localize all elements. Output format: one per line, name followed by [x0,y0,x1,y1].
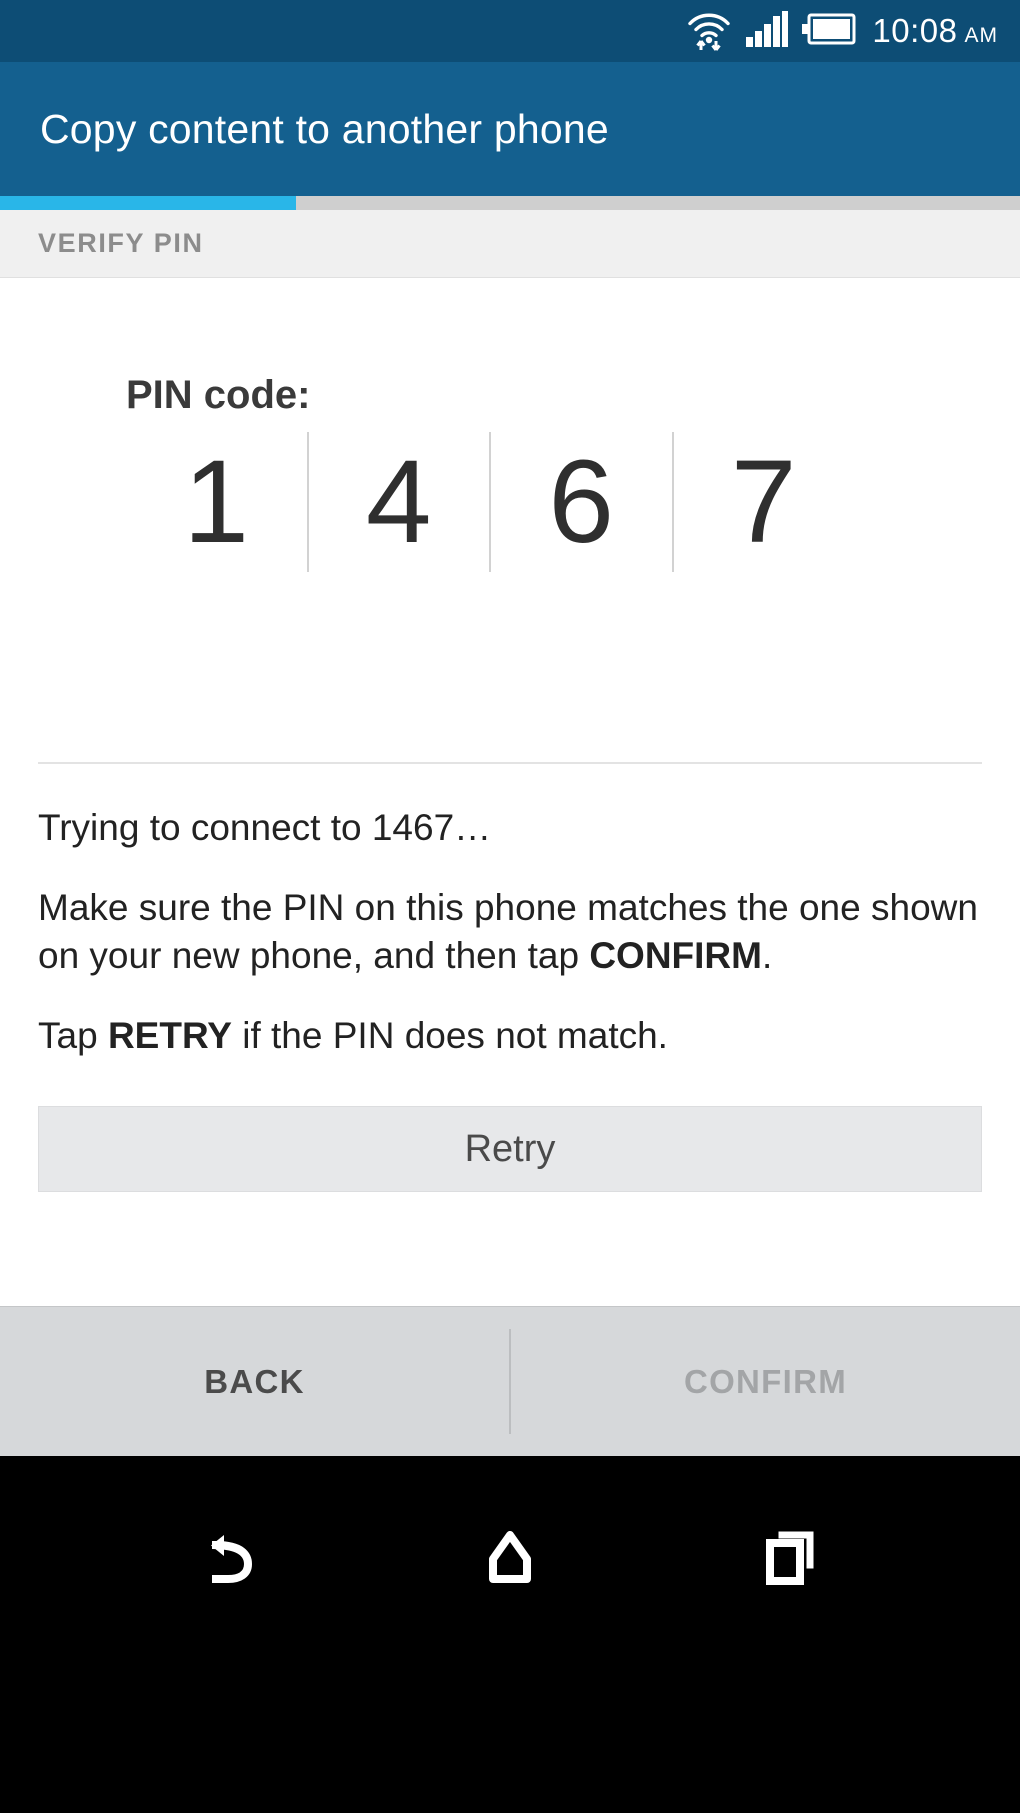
home-nav-button[interactable] [450,1500,570,1620]
step-label: VERIFY PIN [38,228,204,258]
main-content: PIN code: 1 4 6 7 Trying to connect to 1… [0,373,1020,1193]
back-nav-button[interactable] [170,1500,290,1620]
pin-digit: 1 [126,432,309,572]
back-button[interactable]: BACK [0,1307,509,1456]
setup-progress-bar [0,196,1020,210]
action-bar: Copy content to another phone [0,62,1020,196]
battery-icon [802,13,856,50]
pin-display: 1 4 6 7 [126,432,854,572]
system-navigation-bar [0,1456,1020,1813]
instruction-text: Make sure the PIN on this phone matches … [38,884,982,980]
pin-digit: 6 [491,432,674,572]
recents-nav-icon [754,1521,826,1598]
bottom-action-bar: BACK CONFIRM [0,1306,1020,1456]
retry-hint-pre: Tap [38,1015,108,1057]
confirm-button[interactable]: CONFIRM [511,1307,1020,1456]
status-clock: 10:08 AM [872,12,998,50]
step-header: VERIFY PIN [0,210,1020,278]
clock-time: 10:08 [872,12,958,49]
signal-bars-icon [746,10,789,52]
status-bar: 10:08 AM [0,0,1020,62]
pin-digit: 7 [730,436,797,568]
instruction-text-pre: Make sure the PIN on this phone matches … [38,887,978,977]
home-nav-icon [474,1521,546,1598]
clock-ampm: AM [964,24,998,47]
section-divider [38,762,982,764]
instruction-confirm-emphasis: CONFIRM [589,935,762,977]
retry-hint-text: Tap RETRY if the PIN does not match. [38,1012,982,1060]
back-nav-icon [194,1521,266,1598]
retry-hint-emphasis: RETRY [107,1015,232,1057]
pin-digit: 4 [309,432,491,572]
instruction-text-post: . [761,935,773,977]
wifi-transfer-icon [686,7,732,56]
status-icons [686,7,856,56]
recents-nav-button[interactable] [730,1500,850,1620]
page-title: Copy content to another phone [40,105,609,152]
setup-progress-fill [0,196,296,210]
retry-hint-post: if the PIN does not match. [231,1015,668,1057]
pin-code-heading: PIN code: [126,373,311,417]
connection-status-text: Trying to connect to 1467… [38,807,492,848]
retry-button[interactable]: Retry [38,1106,982,1193]
